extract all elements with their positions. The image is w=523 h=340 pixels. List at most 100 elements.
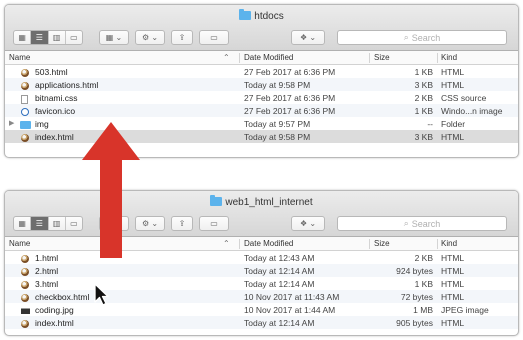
file-date: Today at 9:57 PM xyxy=(244,118,311,129)
file-size: 1 KB xyxy=(414,105,433,116)
file-list: 1.html Today at 12:43 AM 2 KB HTML 2.html Tod… xyxy=(5,251,518,329)
image-file-icon xyxy=(21,305,30,314)
folder-icon xyxy=(210,195,223,206)
file-row[interactable]: 3.html Today at 12:14 AM 1 KB HTML xyxy=(5,277,518,290)
file-date: 10 Nov 2017 at 11:43 AM xyxy=(244,291,340,302)
file-date: Today at 9:58 PM xyxy=(244,79,311,90)
html-file-icon xyxy=(21,67,30,77)
html-file-icon xyxy=(21,253,30,263)
icon-view-icon[interactable]: ▦ xyxy=(14,217,32,230)
file-row[interactable]: index.html Today at 12:14 AM 905 bytes HTML xyxy=(5,316,518,329)
file-row[interactable]: applications.html Today at 9:58 PM 3 KB HTM… xyxy=(5,78,518,91)
file-kind: HTML xyxy=(441,66,465,77)
file-name: 2.html xyxy=(35,265,59,276)
gallery-view-icon[interactable]: ▭ xyxy=(66,31,82,44)
file-name: img xyxy=(35,118,49,129)
file-name: coding.jpg xyxy=(35,304,74,315)
file-row[interactable]: favicon.ico 27 Feb 2017 at 6:36 PM 1 KB Win… xyxy=(5,104,518,117)
file-size: -- xyxy=(427,118,433,129)
html-file-icon xyxy=(21,132,30,142)
column-view-icon[interactable]: ▥ xyxy=(49,31,66,44)
disclosure-triangle-icon[interactable]: ▶ xyxy=(9,119,14,127)
html-file-icon xyxy=(21,292,30,302)
file-kind: Folder xyxy=(441,118,466,129)
column-header: Name ⌃ Date Modified Size Kind xyxy=(5,51,518,65)
file-size: 2 KB xyxy=(414,92,433,103)
share-icon[interactable]: ⇪ xyxy=(171,216,193,231)
file-size: 905 bytes xyxy=(396,317,433,328)
search-input[interactable]: ⌕ Search xyxy=(337,216,507,231)
html-file-icon xyxy=(21,266,30,276)
file-size: 3 KB xyxy=(414,79,433,90)
arrange-button[interactable]: ▦ ⌄ xyxy=(99,30,129,45)
column-name[interactable]: Name xyxy=(9,53,30,62)
file-kind: Windo...n image xyxy=(441,105,503,116)
file-row[interactable]: checkbox.html 10 Nov 2017 at 11:43 AM 72 b… xyxy=(5,290,518,303)
file-name: favicon.ico xyxy=(35,105,76,116)
view-mode-group: ▦ ☰ ▥ ▭ xyxy=(13,216,83,231)
file-kind: HTML xyxy=(441,131,465,142)
column-view-icon[interactable]: ▥ xyxy=(49,217,66,230)
sort-chevron-icon[interactable]: ⌃ xyxy=(223,53,230,62)
tag-icon[interactable]: ▭ xyxy=(199,216,229,231)
file-size: 924 bytes xyxy=(396,265,433,276)
file-name: applications.html xyxy=(35,79,99,90)
file-size: 72 bytes xyxy=(400,291,433,302)
file-name: bitnami.css xyxy=(35,92,78,103)
file-size: 1 KB xyxy=(414,66,433,77)
column-date[interactable]: Date Modified xyxy=(244,239,293,248)
file-date: Today at 9:58 PM xyxy=(244,131,311,142)
column-size[interactable]: Size xyxy=(374,239,390,248)
file-name: checkbox.html xyxy=(35,291,90,302)
icon-view-icon[interactable]: ▦ xyxy=(14,31,32,44)
file-kind: HTML xyxy=(441,317,465,328)
share-icon[interactable]: ⇪ xyxy=(171,30,193,45)
file-date: Today at 12:14 AM xyxy=(244,278,315,289)
file-name: 3.html xyxy=(35,278,59,289)
file-date: 27 Feb 2017 at 6:36 PM xyxy=(244,66,336,77)
folder-icon xyxy=(20,119,31,129)
file-size: 1 MB xyxy=(413,304,433,315)
html-file-icon xyxy=(21,80,30,90)
column-date[interactable]: Date Modified xyxy=(244,53,293,62)
titlebar[interactable]: htdocs ▦ ☰ ▥ ▭ ▦ ⌄ ⚙ ⌄ ⇪ ▭ ❖ ⌄ ⌕ Search xyxy=(5,5,518,51)
ico-file-icon xyxy=(21,106,30,116)
sort-chevron-icon[interactable]: ⌃ xyxy=(223,239,230,248)
file-row[interactable]: bitnami.css 27 Feb 2017 at 6:36 PM 2 KB CSS… xyxy=(5,91,518,104)
search-icon: ⌕ xyxy=(403,218,409,228)
dropbox-icon[interactable]: ❖ ⌄ xyxy=(291,30,325,45)
window-title: htdocs xyxy=(5,9,518,22)
file-kind: HTML xyxy=(441,79,465,90)
dropbox-icon[interactable]: ❖ ⌄ xyxy=(291,216,325,231)
file-size: 3 KB xyxy=(414,131,433,142)
search-icon: ⌕ xyxy=(403,32,409,42)
file-row[interactable]: 2.html Today at 12:14 AM 924 bytes HTML xyxy=(5,264,518,277)
file-kind: HTML xyxy=(441,278,465,289)
file-date: Today at 12:14 AM xyxy=(244,265,315,276)
column-kind[interactable]: Kind xyxy=(441,239,457,248)
file-row[interactable]: coding.jpg 10 Nov 2017 at 1:44 AM 1 MB JPEG… xyxy=(5,303,518,316)
file-date: Today at 12:43 AM xyxy=(244,252,315,263)
column-size[interactable]: Size xyxy=(374,53,390,62)
list-view-icon[interactable]: ☰ xyxy=(31,217,49,230)
file-row[interactable]: 503.html 27 Feb 2017 at 6:36 PM 1 KB HTML xyxy=(5,65,518,78)
column-name[interactable]: Name xyxy=(9,239,30,248)
list-view-icon[interactable]: ☰ xyxy=(31,31,49,44)
gallery-view-icon[interactable]: ▭ xyxy=(66,217,82,230)
column-kind[interactable]: Kind xyxy=(441,53,457,62)
file-name: 503.html xyxy=(35,66,68,77)
tag-icon[interactable]: ▭ xyxy=(199,30,229,45)
html-file-icon xyxy=(21,318,30,328)
file-kind: HTML xyxy=(441,252,465,263)
file-date: 10 Nov 2017 at 1:44 AM xyxy=(244,304,336,315)
action-gear-icon[interactable]: ⚙ ⌄ xyxy=(135,30,165,45)
file-kind: CSS source xyxy=(441,92,487,103)
mouse-pointer-icon xyxy=(94,283,109,306)
search-input[interactable]: ⌕ Search xyxy=(337,30,507,45)
file-date: 27 Feb 2017 at 6:36 PM xyxy=(244,105,336,116)
file-date: 27 Feb 2017 at 6:36 PM xyxy=(244,92,336,103)
file-size: 1 KB xyxy=(414,278,433,289)
view-mode-group: ▦ ☰ ▥ ▭ xyxy=(13,30,83,45)
file-kind: HTML xyxy=(441,265,465,276)
file-kind: HTML xyxy=(441,291,465,302)
